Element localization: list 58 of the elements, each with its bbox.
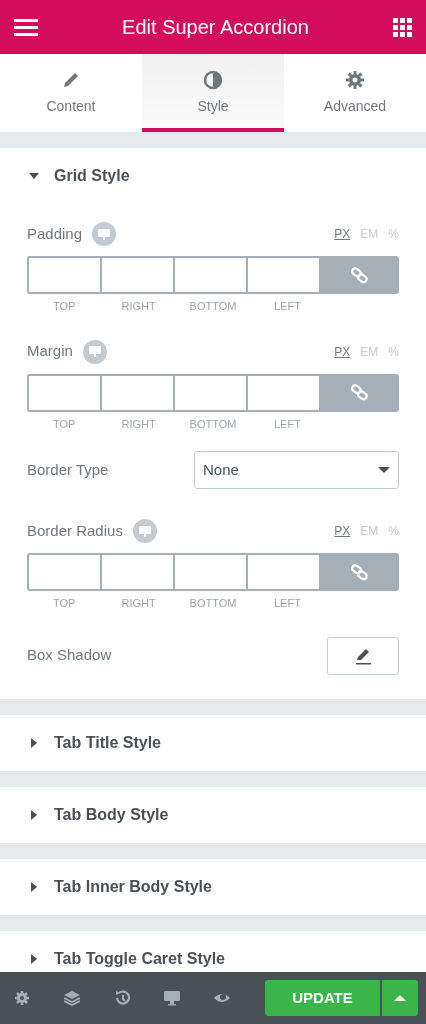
field-label: BOTTOM — [188, 596, 238, 611]
field-label: TOP — [52, 596, 77, 611]
desktop-icon[interactable] — [92, 222, 117, 246]
field-label: RIGHT — [120, 299, 157, 314]
history-icon[interactable] — [114, 990, 130, 1006]
field-label: RIGHT — [120, 596, 157, 611]
contrast-icon — [203, 70, 223, 90]
grid-icon[interactable] — [393, 17, 412, 37]
desktop-icon[interactable] — [164, 990, 180, 1006]
update-button[interactable]: UPDATE — [265, 980, 380, 1016]
control-label: Margin — [27, 341, 73, 362]
control-label: Box Shadow — [27, 645, 112, 666]
dropdown-toggle-button[interactable] — [382, 980, 418, 1016]
field-label: LEFT — [272, 299, 302, 314]
dimensions-control[interactable] — [27, 256, 399, 294]
dimensions-control[interactable] — [27, 373, 399, 412]
gear-icon[interactable] — [14, 990, 30, 1006]
field-label: BOTTOM — [188, 299, 238, 314]
gear-icon — [345, 70, 365, 90]
control-label: Border Type — [27, 459, 109, 480]
chain-link-icon — [349, 383, 369, 402]
panel-title: Edit Super Accordion — [122, 15, 309, 40]
caret-down-icon — [378, 467, 390, 473]
field-label: LEFT — [272, 596, 302, 611]
input-field[interactable] — [29, 555, 102, 589]
input-field[interactable] — [29, 258, 102, 292]
field-label: TOP — [52, 299, 77, 314]
field-label: LEFT — [272, 416, 302, 432]
layers-icon[interactable] — [64, 990, 80, 1006]
pencil-icon — [61, 70, 81, 90]
link-button[interactable] — [321, 555, 397, 589]
unit-option[interactable]: PX — [334, 225, 351, 243]
field-label: TOP — [52, 416, 77, 432]
input-field[interactable] — [29, 375, 102, 410]
desktop-icon[interactable] — [132, 519, 157, 543]
control-label: Padding — [27, 223, 83, 244]
edit-button[interactable] — [327, 636, 399, 675]
unit-option[interactable]: PX — [334, 522, 351, 540]
pencil-icon — [354, 646, 372, 665]
desktop-icon[interactable] — [82, 339, 107, 364]
field-label: BOTTOM — [188, 416, 238, 432]
section-header[interactable]: Grid Style — [0, 148, 426, 204]
caret-up-icon — [394, 995, 406, 1001]
dimensions-control[interactable] — [27, 553, 399, 591]
control-label: Border Radius — [27, 520, 123, 541]
tab[interactable]: Style — [142, 54, 284, 132]
menu-icon[interactable] — [14, 17, 38, 37]
chain-link-icon — [349, 562, 369, 582]
section-header[interactable]: Tab Toggle Caret Style — [0, 930, 426, 972]
chain-link-icon — [349, 265, 369, 285]
section-header[interactable]: Tab Inner Body Style — [0, 858, 426, 915]
unit-option[interactable]: PX — [334, 342, 351, 361]
section-header[interactable]: Tab Title Style — [0, 714, 426, 771]
field-label: RIGHT — [120, 416, 157, 432]
border-type-dropdown[interactable]: None — [194, 451, 399, 489]
link-button[interactable] — [321, 375, 397, 410]
section-header[interactable]: Tab Body Style — [0, 786, 426, 843]
link-button[interactable] — [321, 258, 397, 292]
